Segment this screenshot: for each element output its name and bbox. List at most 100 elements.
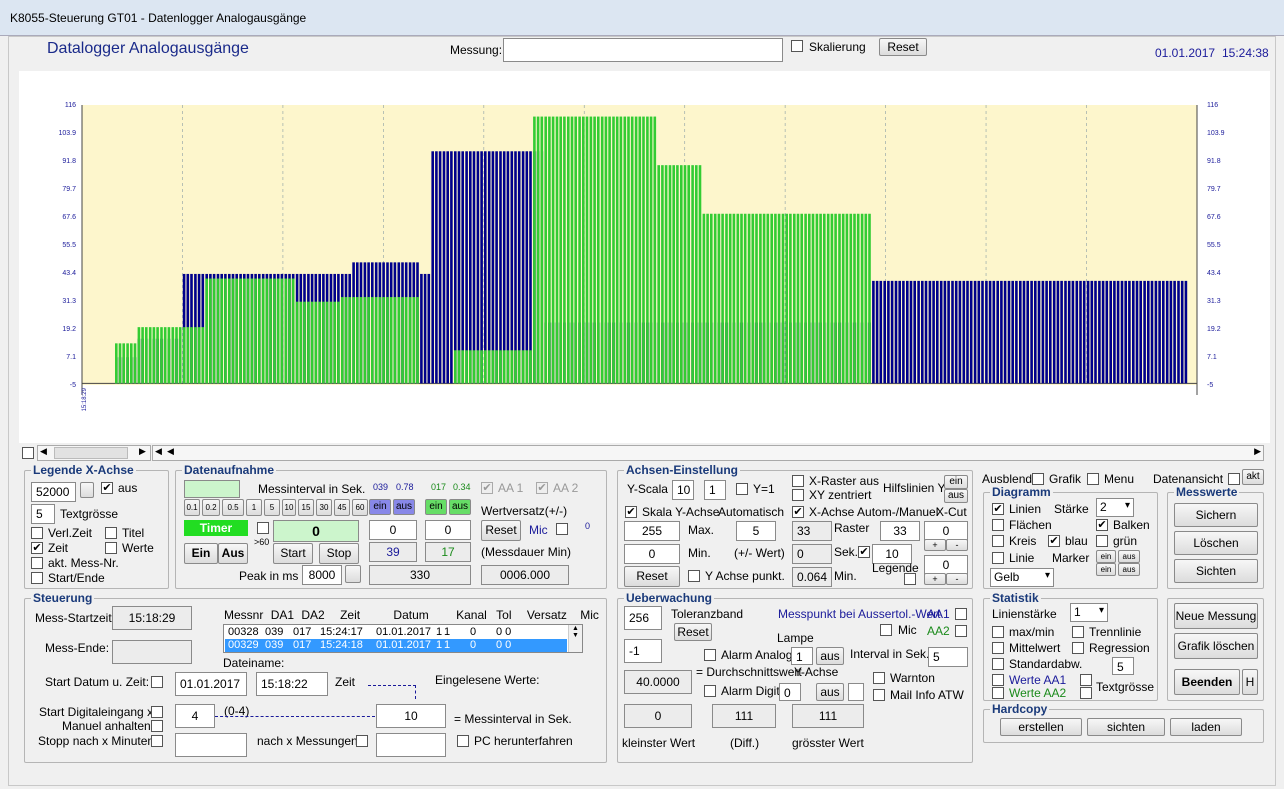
color-select[interactable]: Gelb — [990, 568, 1054, 587]
beenden-button[interactable]: Beenden — [1174, 669, 1240, 695]
interval-button[interactable]: 10 — [282, 499, 296, 516]
flaechen-checkbox[interactable] — [992, 519, 1004, 531]
legende-value-input[interactable]: 52000 — [31, 482, 76, 502]
hilfslinien-aus-button[interactable]: aus — [944, 489, 968, 503]
legende-plus-button[interactable]: + — [924, 573, 946, 585]
versatz1-input[interactable]: 0 — [369, 520, 417, 540]
linie-checkbox[interactable] — [992, 552, 1004, 564]
y1-checkbox[interactable] — [736, 483, 748, 495]
textsize-input[interactable]: 5 — [31, 504, 55, 524]
laden-button[interactable]: laden — [1170, 718, 1242, 736]
mic-checkbox[interactable] — [556, 523, 568, 535]
maxmin-checkbox[interactable] — [992, 626, 1004, 638]
digital-checkbox[interactable] — [151, 706, 163, 718]
loeschen-button[interactable]: Löschen — [1174, 531, 1258, 555]
scroll-left-icon[interactable]: ◀ — [40, 446, 47, 457]
messnr-checkbox[interactable] — [31, 557, 43, 569]
marker2-ein-button[interactable]: ein — [1096, 563, 1116, 576]
alarm-digit-checkbox[interactable] — [704, 685, 716, 697]
datum-input[interactable]: 01.01.2017 — [175, 672, 247, 696]
scroll-left-icon[interactable]: ◀ — [155, 446, 162, 457]
startende-checkbox[interactable] — [31, 572, 43, 584]
timer-indicator[interactable]: Timer — [184, 520, 248, 536]
legende-spin-button[interactable] — [80, 482, 94, 498]
min-input[interactable]: 0 — [624, 544, 680, 564]
ypunkt-checkbox[interactable] — [688, 570, 700, 582]
alarm-analog-input[interactable]: 1 — [791, 647, 813, 665]
sek-checkbox[interactable]: ✔ — [858, 546, 870, 558]
verlzeit-checkbox[interactable] — [31, 527, 43, 539]
zeit-input[interactable]: 15:18:22 — [256, 672, 328, 696]
linien-checkbox[interactable]: ✔ — [992, 503, 1004, 515]
sichern-button[interactable]: Sichern — [1174, 503, 1258, 527]
interval-button[interactable]: 0.5 — [222, 499, 244, 516]
digital-input[interactable]: 4 — [175, 704, 215, 728]
da2-aus-button[interactable]: aus — [449, 499, 471, 515]
alarm-analog-checkbox[interactable] — [704, 649, 716, 661]
peak-spin-button[interactable] — [345, 565, 361, 583]
gt60-checkbox[interactable] — [257, 522, 269, 534]
sichten-button[interactable]: Sichten — [1174, 559, 1258, 583]
mittelwert-checkbox[interactable] — [992, 642, 1004, 654]
alarm-digit-input[interactable]: 0 — [779, 683, 801, 701]
interval-button[interactable]: 45 — [334, 499, 350, 516]
interval-button[interactable]: 30 — [316, 499, 332, 516]
linienstaerke-select[interactable]: 1 — [1070, 603, 1108, 622]
nach-checkbox[interactable] — [356, 735, 368, 747]
sichten2-button[interactable]: sichten — [1087, 718, 1165, 736]
xraster-checkbox[interactable] — [792, 475, 804, 487]
messung-input[interactable] — [503, 38, 783, 62]
list-scrollbar[interactable]: ▲ ▼ — [568, 625, 582, 652]
ein-button[interactable]: Ein — [184, 543, 218, 564]
left-scrollbar[interactable]: ◀ ▶ — [37, 445, 151, 461]
erstellen-button[interactable]: erstellen — [1000, 718, 1082, 736]
grafik-checkbox[interactable] — [1032, 473, 1044, 485]
werteaa1-checkbox[interactable] — [992, 674, 1004, 686]
interval-button[interactable]: 0.1 — [184, 499, 200, 516]
titel-checkbox[interactable] — [105, 527, 117, 539]
marker-ein-button[interactable]: ein — [1096, 550, 1116, 563]
chart-scroll-checkbox[interactable] — [22, 447, 34, 459]
staerke-select[interactable]: 2 — [1096, 498, 1134, 517]
interval-button[interactable]: 1 — [246, 499, 262, 516]
da1-ein-button[interactable]: ein — [369, 499, 391, 515]
regression-checkbox[interactable] — [1072, 642, 1084, 654]
versatz2-input[interactable]: 0 — [425, 520, 471, 540]
xcut-input[interactable]: 0 — [924, 521, 968, 541]
marker2-aus-button[interactable]: aus — [1118, 563, 1140, 576]
auto-input[interactable]: 5 — [736, 521, 776, 541]
neg1-input[interactable]: -1 — [624, 639, 662, 663]
interval-input[interactable]: 10 — [376, 704, 446, 728]
header-reset-button[interactable]: Reset — [879, 38, 927, 56]
stop-button[interactable]: Stop — [319, 543, 359, 564]
aa2-mon-checkbox[interactable] — [955, 625, 967, 637]
alarm-analog-aus-button[interactable]: aus — [816, 647, 844, 665]
achsen-reset-button[interactable]: Reset — [624, 566, 680, 587]
marker-aus-button[interactable]: aus — [1118, 550, 1140, 563]
aa2-checkbox[interactable]: ✔ — [536, 482, 548, 494]
peak-input[interactable]: 8000 — [302, 565, 342, 585]
toleranz-input[interactable]: 256 — [624, 606, 662, 630]
skalierung-checkbox[interactable] — [791, 40, 803, 52]
aus-button[interactable]: Aus — [218, 543, 248, 564]
legende-aus-checkbox[interactable]: ✔ — [101, 482, 113, 494]
raster-input[interactable]: 33 — [880, 521, 920, 541]
menu-checkbox[interactable] — [1087, 473, 1099, 485]
warnton-checkbox[interactable] — [873, 672, 885, 684]
list-item[interactable]: 00329 039 017 15:24:18 01.01.2017 1 1 0 0 0 — [225, 639, 567, 652]
manuel-checkbox[interactable] — [151, 720, 163, 732]
xcut-plus-button[interactable]: + — [924, 539, 946, 551]
zeit-checkbox[interactable]: ✔ — [31, 542, 43, 554]
textgroesse2-checkbox[interactable] — [1080, 687, 1092, 699]
interval-button[interactable]: 60 — [352, 499, 368, 516]
start-datum-checkbox[interactable] — [151, 676, 163, 688]
versatz-reset-button[interactable]: Reset — [481, 520, 521, 541]
textgroesse-input[interactable]: 5 — [1112, 657, 1134, 675]
balken-checkbox[interactable]: ✔ — [1096, 519, 1108, 531]
xachse-checkbox[interactable]: ✔ — [792, 506, 804, 518]
datenansicht-checkbox[interactable] — [1228, 473, 1240, 485]
xyzentriert-checkbox[interactable] — [792, 489, 804, 501]
da2-ein-button[interactable]: ein — [425, 499, 447, 515]
yscala-input1[interactable]: 10 — [672, 480, 694, 500]
scroll-left-icon[interactable]: ◀ — [167, 446, 174, 457]
